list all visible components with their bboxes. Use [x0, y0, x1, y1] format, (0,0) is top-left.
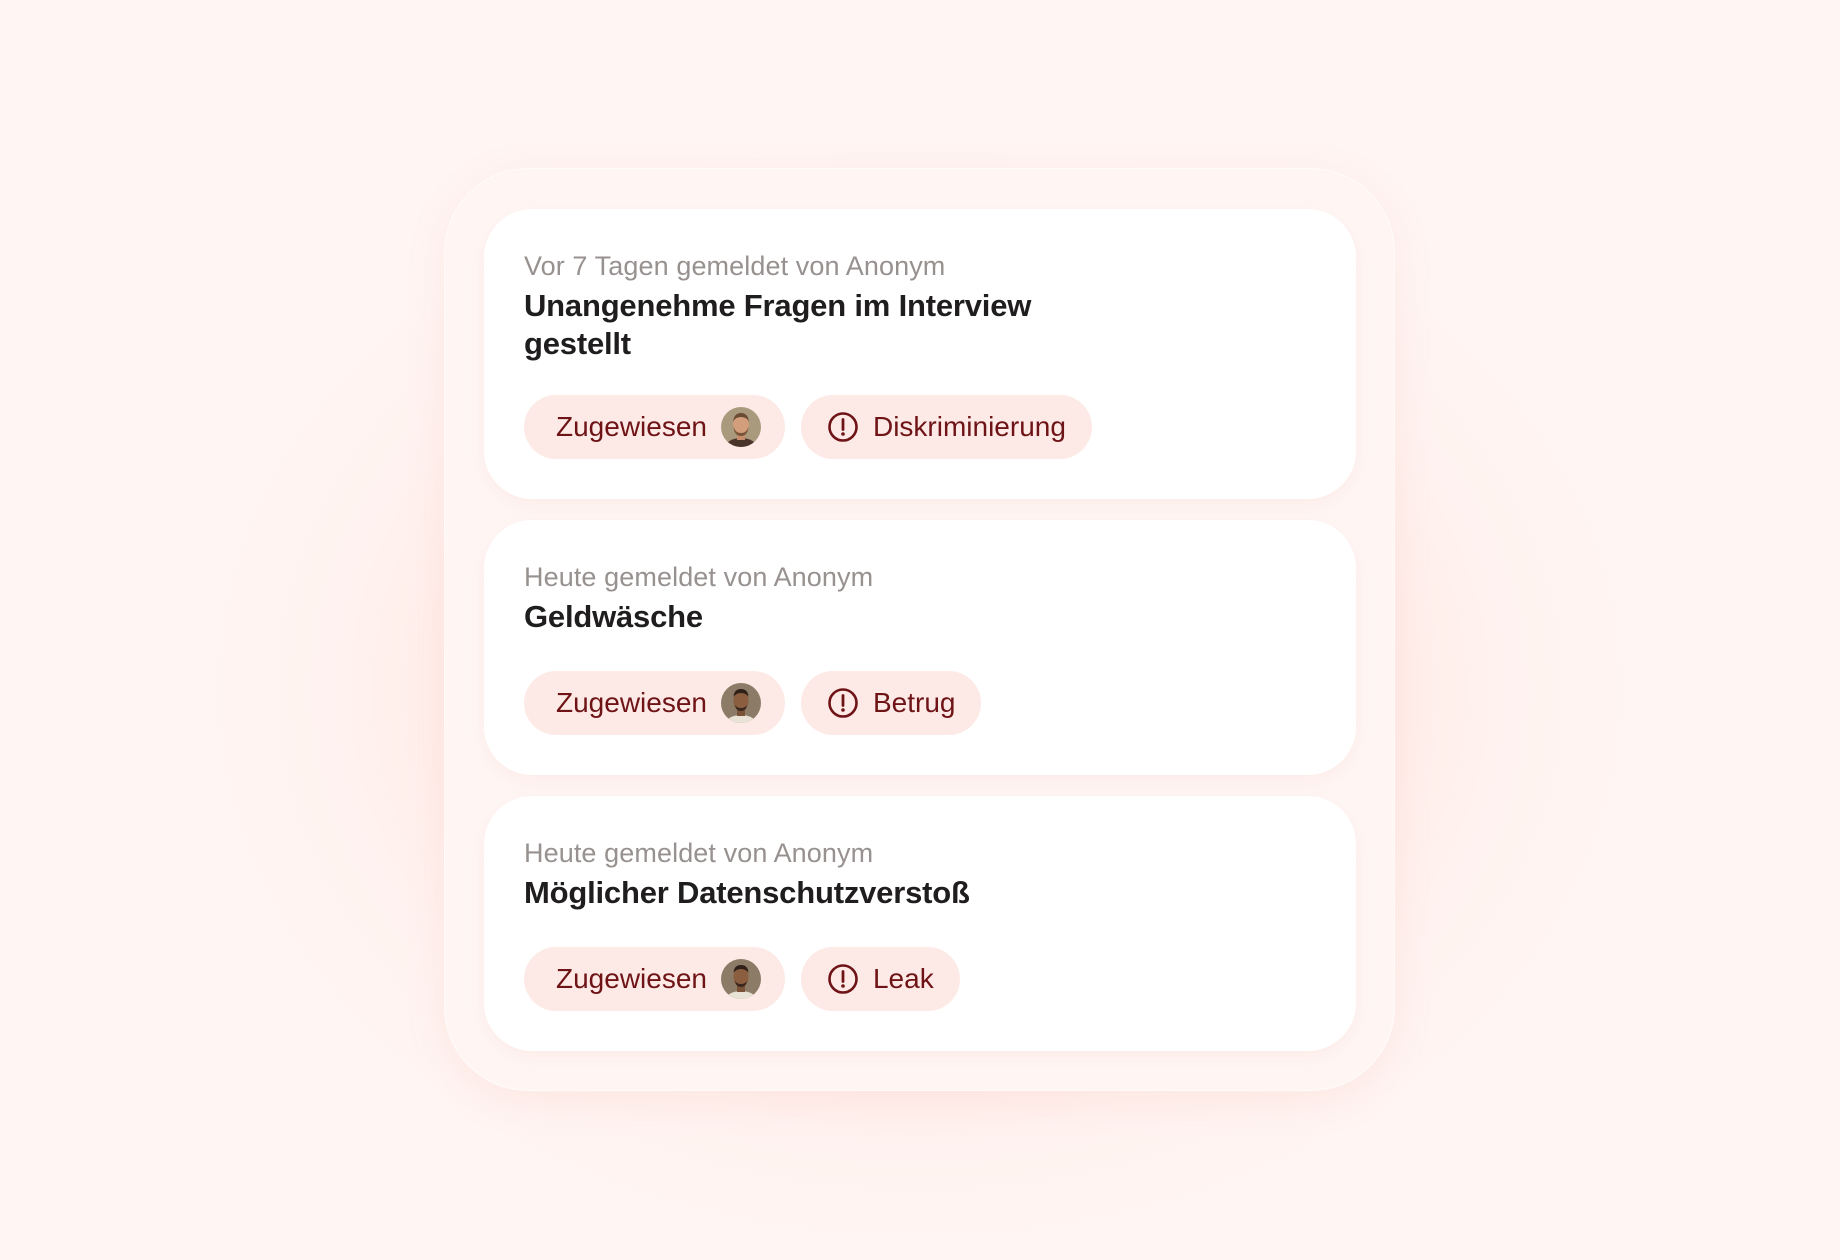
category-label: Leak: [872, 963, 934, 994]
assignee-avatar: [720, 959, 761, 999]
report-meta: Heute gemeldet von Anonym: [524, 562, 874, 592]
report-title: Geldwäsche: [524, 599, 703, 634]
category-label: Betrug: [872, 687, 956, 718]
alert-circle-icon: [827, 411, 859, 443]
assignee-pill[interactable]: Zugewiesen: [524, 671, 785, 735]
report-card[interactable]: Heute gemeldet von Anonym Geldwäsche Zug…: [484, 520, 1356, 775]
category-pill[interactable]: Diskriminierung: [800, 395, 1092, 459]
report-title: Möglicher Datenschutzverstoß: [524, 875, 970, 910]
category-pill[interactable]: Leak: [800, 947, 960, 1011]
report-card[interactable]: Heute gemeldet von Anonym Möglicher Date…: [484, 796, 1356, 1051]
report-title: Unangenehme Fragen im Interview gestellt: [524, 288, 1032, 361]
report-meta: Vor 7 Tagen gemeldet von Anonym: [524, 251, 946, 281]
category-label: Diskriminierung: [872, 411, 1066, 442]
assignee-avatar: [720, 407, 761, 447]
status-label: Zugewiesen: [556, 963, 707, 994]
report-tags: Zugewiesen Diskriminierung: [524, 395, 1092, 459]
status-label: Zugewiesen: [556, 411, 707, 442]
report-card[interactable]: Vor 7 Tagen gemeldet von Anonym Unangene…: [484, 209, 1356, 499]
assignee-pill[interactable]: Zugewiesen: [524, 947, 785, 1011]
category-pill[interactable]: Betrug: [800, 671, 982, 735]
alert-circle-icon: [827, 687, 859, 719]
report-meta: Heute gemeldet von Anonym: [524, 838, 874, 868]
alert-circle-icon: [827, 963, 859, 995]
report-tags: Zugewiesen Leak: [524, 947, 960, 1011]
report-tags: Zugewiesen Betrug: [524, 671, 982, 735]
assignee-avatar: [720, 683, 761, 723]
assignee-pill[interactable]: Zugewiesen: [524, 395, 785, 459]
status-label: Zugewiesen: [556, 687, 707, 718]
